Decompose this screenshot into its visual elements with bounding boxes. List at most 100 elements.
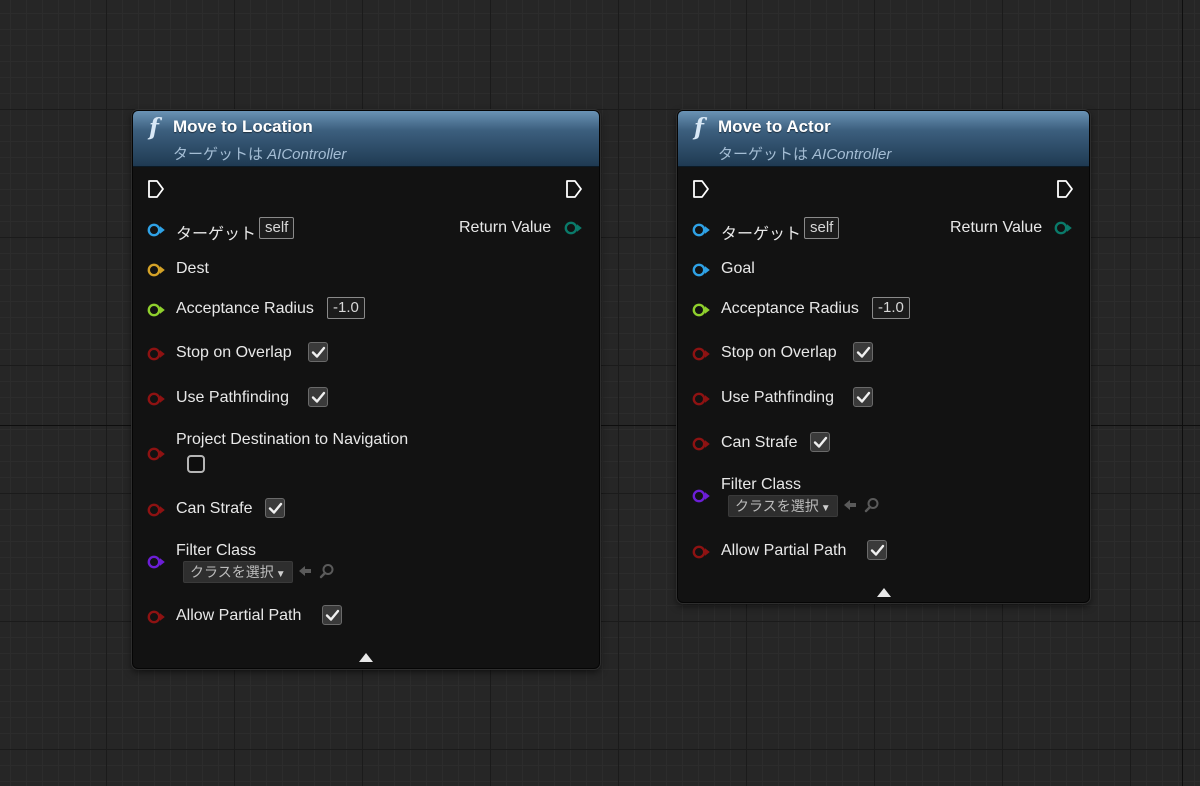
stop-on-overlap-pin-icon[interactable]	[147, 347, 165, 361]
exec-output-pin-icon[interactable]	[565, 179, 583, 199]
dest-row: Dest	[147, 259, 347, 281]
filter-class-dropdown[interactable]: クラスを選択 ▼	[728, 495, 838, 517]
stop-on-overlap-pin-icon[interactable]	[692, 347, 710, 361]
node-header[interactable]: f Move to Location ターゲットは AIController	[133, 111, 599, 167]
allow-partial-path-row: Allow Partial Path	[147, 605, 447, 628]
dropdown-caret-icon: ▼	[820, 503, 831, 514]
subtitle-target: AIController	[812, 146, 892, 163]
use-pathfinding-pin-icon[interactable]	[692, 392, 710, 406]
allow-partial-path-row: Allow Partial Path	[692, 540, 992, 563]
goal-pin-icon[interactable]	[692, 263, 710, 277]
project-destination-checkbox[interactable]	[187, 455, 205, 473]
use-pathfinding-checkbox[interactable]	[853, 387, 873, 407]
stop-on-overlap-checkbox[interactable]	[853, 342, 873, 362]
target-label: ターゲット	[176, 226, 257, 243]
use-pathfinding-label: Use Pathfinding	[176, 389, 289, 406]
use-pathfinding-pin-icon[interactable]	[147, 392, 165, 406]
can-strafe-row: Can Strafe	[147, 498, 447, 521]
filter-class-pin-icon[interactable]	[692, 489, 710, 503]
checkmark-icon	[311, 391, 326, 403]
can-strafe-label: Can Strafe	[176, 500, 253, 517]
filter-class-dropdown[interactable]: クラスを選択 ▼	[183, 561, 293, 583]
function-icon: f	[149, 114, 159, 141]
filter-class-dropdown-text: クラスを選択	[735, 498, 819, 514]
return-value-label: Return Value	[950, 219, 1043, 236]
return-value-pin-icon[interactable]	[1054, 221, 1072, 235]
subtitle-prefix: ターゲットは	[173, 146, 268, 163]
return-value-pin-icon[interactable]	[564, 221, 582, 235]
project-destination-label: Project Destination to Navigation	[176, 431, 409, 448]
dest-label: Dest	[176, 260, 209, 277]
acceptance-radius-pin-icon[interactable]	[692, 303, 710, 317]
collapse-arrow-icon[interactable]	[876, 586, 892, 598]
target-pin-icon[interactable]	[147, 223, 165, 237]
acceptance-radius-field[interactable]: -1.0	[327, 297, 365, 319]
can-strafe-checkbox[interactable]	[265, 498, 285, 518]
stop-on-overlap-row: Stop on Overlap	[147, 342, 447, 365]
subtitle-target: AIController	[267, 146, 347, 163]
can-strafe-checkbox[interactable]	[810, 432, 830, 452]
collapse-arrow-icon[interactable]	[358, 651, 374, 663]
checkmark-icon	[268, 502, 283, 514]
goal-label: Goal	[721, 260, 755, 277]
target-self-field[interactable]: self	[259, 217, 295, 239]
checkmark-icon	[311, 346, 326, 358]
allow-partial-path-pin-icon[interactable]	[692, 545, 710, 559]
dest-pin-icon[interactable]	[147, 263, 165, 277]
target-row: ターゲット self	[692, 217, 942, 243]
node-title: Move to Location	[173, 117, 313, 136]
stop-on-overlap-label: Stop on Overlap	[721, 344, 837, 361]
node-title: Move to Actor	[718, 117, 831, 136]
function-icon: f	[694, 114, 704, 141]
exec-input-pin-icon[interactable]	[147, 179, 165, 199]
filter-class-row: Filter Class クラスを選択 ▼	[692, 475, 992, 521]
use-selected-arrow-icon[interactable]	[297, 563, 313, 579]
acceptance-radius-row: Acceptance Radius -1.0	[692, 297, 992, 321]
goal-row: Goal	[692, 259, 892, 281]
acceptance-radius-field[interactable]: -1.0	[872, 297, 910, 319]
project-destination-pin-icon[interactable]	[147, 447, 165, 461]
exec-output-pin-icon[interactable]	[1056, 179, 1074, 199]
filter-class-pin-icon[interactable]	[147, 555, 165, 569]
node-header[interactable]: f Move to Actor ターゲットは AIController	[678, 111, 1089, 167]
browse-search-icon[interactable]	[319, 563, 335, 579]
acceptance-radius-pin-icon[interactable]	[147, 303, 165, 317]
filter-class-dropdown-text: クラスを選択	[190, 564, 274, 580]
use-pathfinding-label: Use Pathfinding	[721, 389, 834, 406]
checkmark-icon	[856, 391, 871, 403]
allow-partial-path-label: Allow Partial Path	[721, 542, 847, 559]
stop-on-overlap-checkbox[interactable]	[308, 342, 328, 362]
browse-search-icon[interactable]	[864, 497, 880, 513]
stop-on-overlap-row: Stop on Overlap	[692, 342, 992, 365]
filter-class-label: Filter Class	[176, 542, 257, 559]
target-pin-icon[interactable]	[692, 223, 710, 237]
allow-partial-path-checkbox[interactable]	[322, 605, 342, 625]
target-label: ターゲット	[721, 226, 802, 243]
target-row: ターゲット self	[147, 217, 447, 243]
move-to-actor-node[interactable]: f Move to Actor ターゲットは AIController Retu…	[677, 110, 1090, 603]
allow-partial-path-label: Allow Partial Path	[176, 607, 302, 624]
can-strafe-label: Can Strafe	[721, 434, 798, 451]
move-to-location-node[interactable]: f Move to Location ターゲットは AIController R…	[132, 110, 600, 669]
checkmark-icon	[870, 544, 885, 556]
checkmark-icon	[813, 436, 828, 448]
filter-class-label: Filter Class	[721, 476, 802, 493]
allow-partial-path-pin-icon[interactable]	[147, 610, 165, 624]
target-self-field[interactable]: self	[804, 217, 840, 239]
node-subtitle: ターゲットは AIController	[173, 143, 346, 164]
dropdown-caret-icon: ▼	[275, 569, 286, 580]
use-pathfinding-checkbox[interactable]	[308, 387, 328, 407]
allow-partial-path-checkbox[interactable]	[867, 540, 887, 560]
can-strafe-pin-icon[interactable]	[147, 503, 165, 517]
use-pathfinding-row: Use Pathfinding	[692, 387, 992, 410]
filter-class-row: Filter Class クラスを選択 ▼	[147, 541, 447, 587]
can-strafe-pin-icon[interactable]	[692, 437, 710, 451]
checkmark-icon	[325, 609, 340, 621]
subtitle-prefix: ターゲットは	[718, 146, 813, 163]
stop-on-overlap-label: Stop on Overlap	[176, 344, 292, 361]
exec-input-pin-icon[interactable]	[692, 179, 710, 199]
acceptance-radius-label: Acceptance Radius	[176, 300, 314, 317]
use-selected-arrow-icon[interactable]	[842, 497, 858, 513]
project-destination-row: Project Destination to Navigation	[147, 430, 467, 478]
use-pathfinding-row: Use Pathfinding	[147, 387, 447, 410]
